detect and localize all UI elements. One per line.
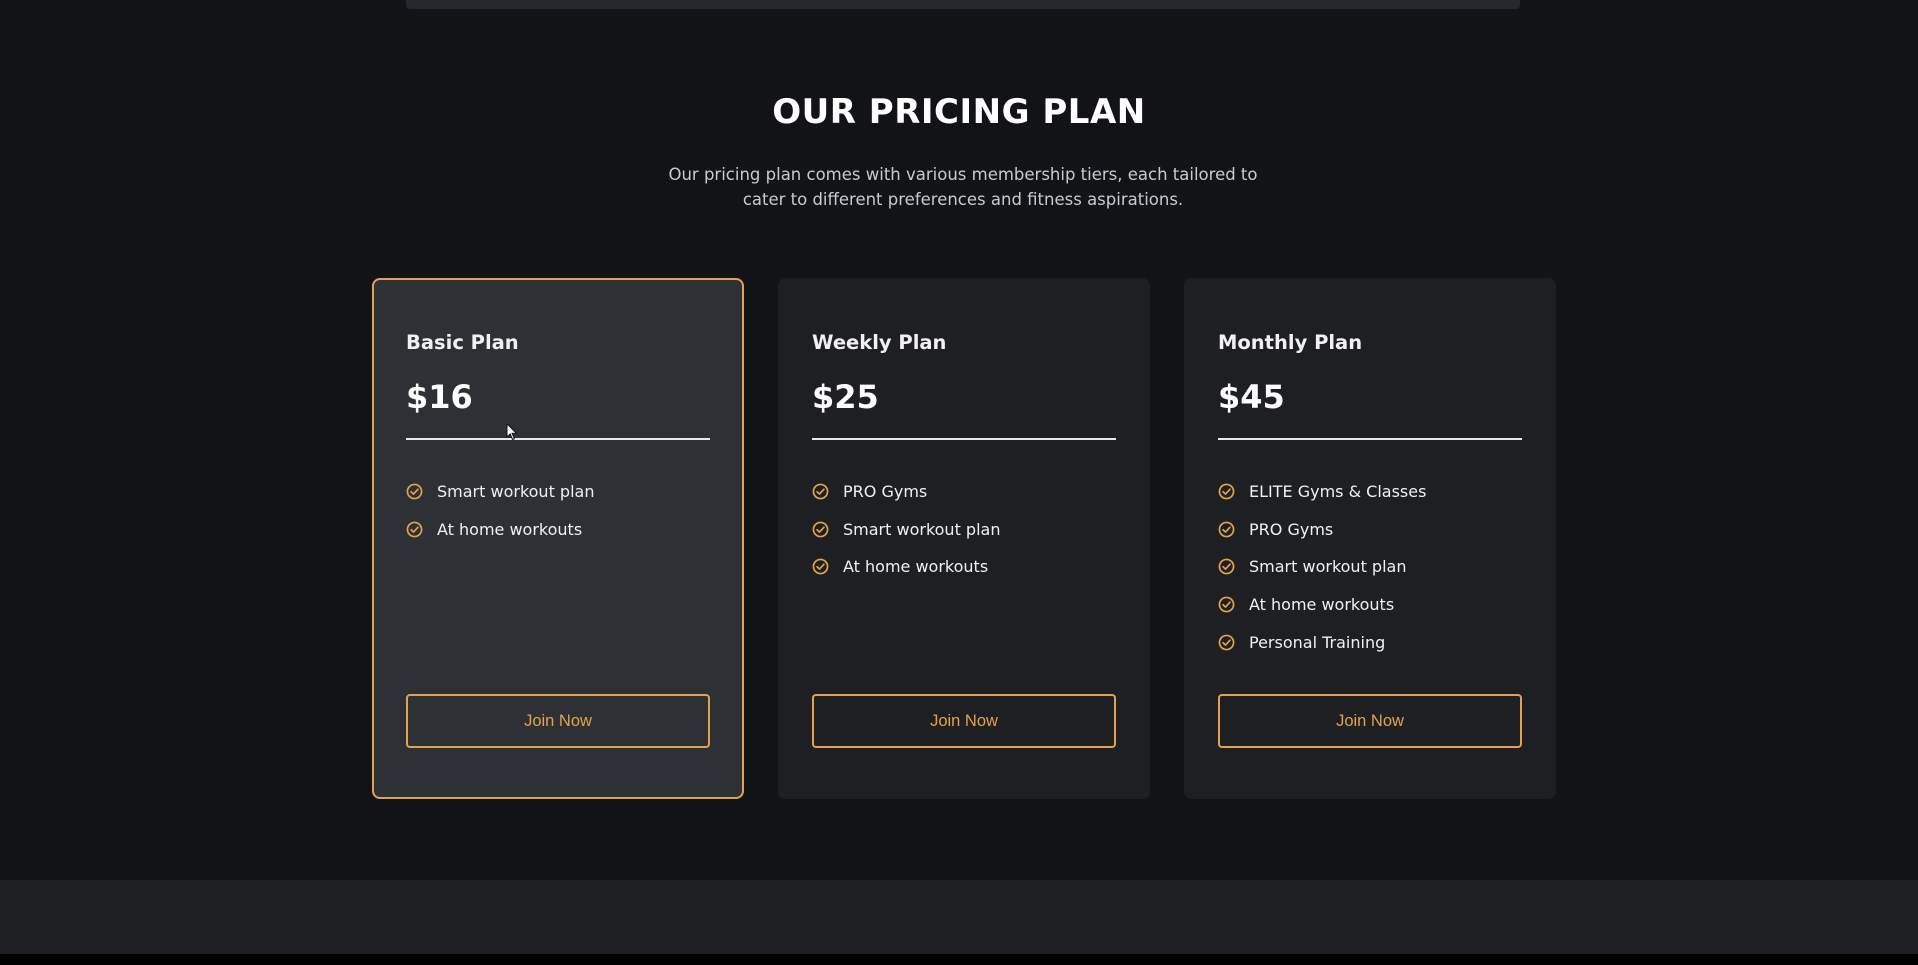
feature-label: ELITE Gyms & Classes	[1249, 482, 1427, 502]
check-circle-icon	[1218, 559, 1235, 575]
feature-label: PRO Gyms	[1249, 519, 1334, 539]
previous-section-edge	[406, 0, 1520, 9]
feature-item: At home workouts	[406, 511, 594, 549]
join-now-button[interactable]: Join Now	[1218, 694, 1522, 748]
feature-item: Smart workout plan	[1218, 548, 1426, 586]
feature-list: ELITE Gyms & Classes PRO Gyms Smart work…	[1218, 473, 1426, 661]
section-subtitle: Our pricing plan comes with various memb…	[668, 165, 1258, 209]
feature-label: Smart workout plan	[1249, 557, 1407, 577]
feature-item: PRO Gyms	[812, 473, 1000, 511]
section-title: OUR PRICING PLAN	[772, 92, 1146, 132]
check-circle-icon	[1218, 483, 1235, 500]
plan-name: Basic Plan	[406, 331, 519, 354]
pricing-card-basic: Basic Plan $16 Smart workout plan At hom…	[372, 278, 744, 799]
feature-item: ELITE Gyms & Classes	[1218, 473, 1426, 511]
pricing-card-monthly: Monthly Plan $45 ELITE Gyms & Classes PR…	[1184, 278, 1556, 799]
plan-price: $25	[812, 378, 879, 416]
check-circle-icon	[406, 521, 423, 538]
next-section-band	[0, 880, 1918, 954]
feature-label: At home workouts	[437, 519, 583, 539]
pricing-card-weekly: Weekly Plan $25 PRO Gyms Smart workout p…	[778, 278, 1150, 799]
plan-divider	[812, 438, 1116, 440]
feature-item: Smart workout plan	[406, 473, 594, 511]
plan-divider	[1218, 438, 1522, 440]
page-bottom-edge	[0, 954, 1918, 965]
feature-item: Smart workout plan	[812, 511, 1000, 549]
feature-item: At home workouts	[1218, 586, 1426, 624]
feature-item: PRO Gyms	[1218, 511, 1426, 549]
join-now-button[interactable]: Join Now	[812, 694, 1116, 748]
check-circle-icon	[812, 483, 829, 500]
plan-name: Weekly Plan	[812, 331, 947, 354]
feature-label: Personal Training	[1249, 632, 1386, 652]
feature-list: Smart workout plan At home workouts	[406, 473, 594, 548]
plan-divider	[406, 438, 710, 440]
plan-price: $16	[406, 378, 473, 416]
feature-list: PRO Gyms Smart workout plan At home work…	[812, 473, 1000, 586]
feature-label: PRO Gyms	[843, 482, 928, 502]
feature-label: At home workouts	[843, 557, 989, 577]
check-circle-icon	[812, 559, 829, 575]
check-circle-icon	[406, 483, 423, 500]
feature-label: Smart workout plan	[843, 519, 1001, 539]
feature-label: Smart workout plan	[437, 482, 595, 502]
join-now-button[interactable]: Join Now	[406, 694, 710, 748]
check-circle-icon	[812, 521, 829, 538]
plan-name: Monthly Plan	[1218, 331, 1363, 354]
feature-item: Personal Training	[1218, 623, 1426, 661]
feature-item: At home workouts	[812, 548, 1000, 586]
feature-label: At home workouts	[1249, 595, 1395, 615]
check-circle-icon	[1218, 521, 1235, 538]
check-circle-icon	[1218, 634, 1235, 651]
plan-price: $45	[1218, 378, 1285, 416]
mouse-cursor-icon	[506, 423, 518, 441]
check-circle-icon	[1218, 596, 1235, 613]
